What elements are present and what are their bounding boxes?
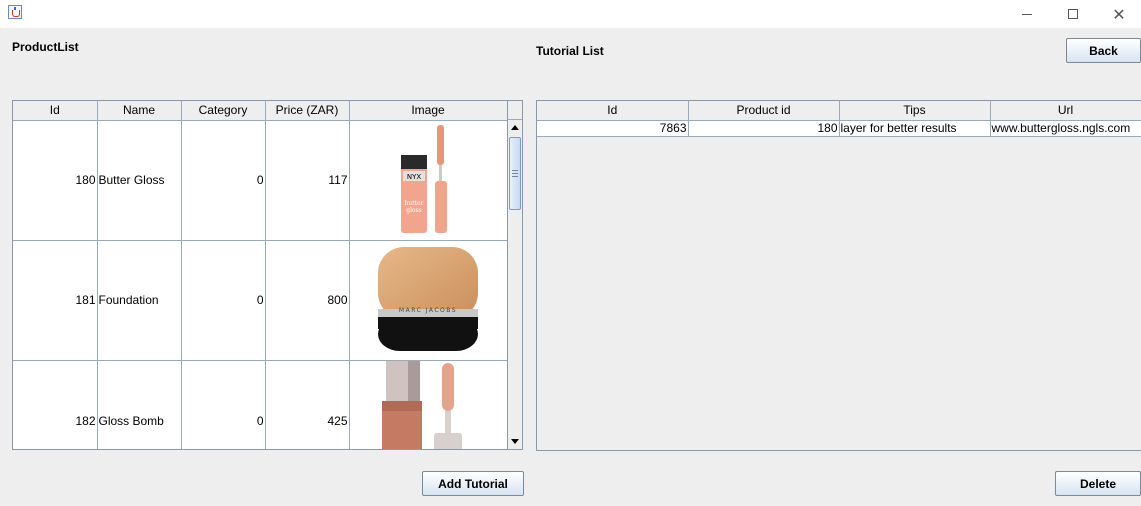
cell-id[interactable]: 180 — [13, 120, 98, 241]
butter-gloss-image: NYX butter gloss — [401, 124, 447, 233]
svg-text:butter: butter — [405, 200, 424, 207]
scroll-up-button[interactable] — [508, 120, 522, 135]
close-icon: ✕ — [1112, 4, 1126, 24]
cell-category[interactable]: 0 — [181, 120, 266, 241]
cell-price[interactable]: 117 — [265, 120, 350, 241]
svg-text:NYX: NYX — [407, 173, 422, 181]
product-list-title: ProductList — [12, 40, 79, 54]
maximize-icon — [1068, 9, 1078, 19]
svg-text:MARC JACOBS: MARC JACOBS — [399, 307, 457, 314]
cell-id[interactable]: 181 — [13, 240, 98, 361]
tutorial-table-header: Id Product id Tips Url — [537, 101, 1141, 121]
svg-text:gloss: gloss — [406, 207, 422, 214]
grip-icon — [512, 170, 518, 177]
cell-product-id[interactable]: 180 — [688, 120, 840, 137]
minimize-icon — [1022, 13, 1032, 15]
cell-name[interactable]: Butter Gloss — [97, 120, 182, 241]
cell-category[interactable]: 0 — [181, 240, 266, 361]
column-header-category[interactable]: Category — [181, 101, 266, 121]
arrow-up-icon — [511, 125, 519, 130]
column-header-id[interactable]: Id — [537, 101, 689, 121]
cell-url[interactable]: www.buttergloss.ngls.com — [990, 120, 1141, 137]
java-icon — [8, 5, 22, 19]
cell-image[interactable] — [349, 360, 507, 449]
tutorial-list-title: Tutorial List — [536, 44, 604, 58]
cell-name[interactable]: Foundation — [97, 240, 182, 361]
cell-name[interactable]: Gloss Bomb — [97, 360, 182, 449]
scroll-corner — [508, 101, 522, 120]
product-table-header: Id Name Category Price (ZAR) Image — [13, 101, 507, 121]
scroll-thumb[interactable] — [509, 137, 521, 210]
cell-price[interactable]: 425 — [265, 360, 350, 449]
cell-id[interactable]: 7863 — [537, 120, 689, 137]
column-header-url[interactable]: Url — [990, 101, 1141, 121]
maximize-button[interactable] — [1050, 0, 1096, 28]
gloss-bomb-image — [382, 360, 462, 449]
foundation-image: MARC JACOBS — [378, 246, 478, 351]
table-row[interactable]: 182 Gloss Bomb 0 425 — [13, 360, 507, 449]
minimize-button[interactable] — [1004, 0, 1050, 28]
cell-id[interactable]: 182 — [13, 360, 98, 449]
title-bar: ✕ — [0, 0, 1141, 28]
column-header-price[interactable]: Price (ZAR) — [265, 101, 350, 121]
cell-image[interactable]: NYX butter gloss — [349, 120, 507, 241]
table-row[interactable]: 180 Butter Gloss 0 117 NYX butter gloss — [13, 120, 507, 241]
column-header-tips[interactable]: Tips — [839, 101, 991, 121]
delete-button[interactable]: Delete — [1055, 471, 1141, 496]
column-header-image[interactable]: Image — [349, 101, 507, 121]
arrow-down-icon — [511, 439, 519, 444]
cell-category[interactable]: 0 — [181, 360, 266, 449]
scroll-down-button[interactable] — [508, 434, 522, 449]
product-table-scrollbar[interactable] — [508, 100, 523, 450]
column-header-name[interactable]: Name — [97, 101, 182, 121]
tutorial-table: Id Product id Tips Url 7863 180 layer fo… — [536, 100, 1141, 451]
table-row[interactable]: 7863 180 layer for better results www.bu… — [537, 120, 1141, 137]
cell-image[interactable]: MARC JACOBS — [349, 240, 507, 361]
add-tutorial-button[interactable]: Add Tutorial — [422, 471, 524, 496]
column-header-id[interactable]: Id — [13, 101, 98, 121]
cell-price[interactable]: 800 — [265, 240, 350, 361]
table-row[interactable]: 181 Foundation 0 800 MARC JACOBS — [13, 240, 507, 361]
cell-tips[interactable]: layer for better results — [839, 120, 991, 137]
column-header-product-id[interactable]: Product id — [688, 101, 840, 121]
product-table: Id Name Category Price (ZAR) Image 180 B… — [12, 100, 508, 450]
close-button[interactable]: ✕ — [1096, 0, 1141, 28]
back-button[interactable]: Back — [1066, 38, 1141, 63]
